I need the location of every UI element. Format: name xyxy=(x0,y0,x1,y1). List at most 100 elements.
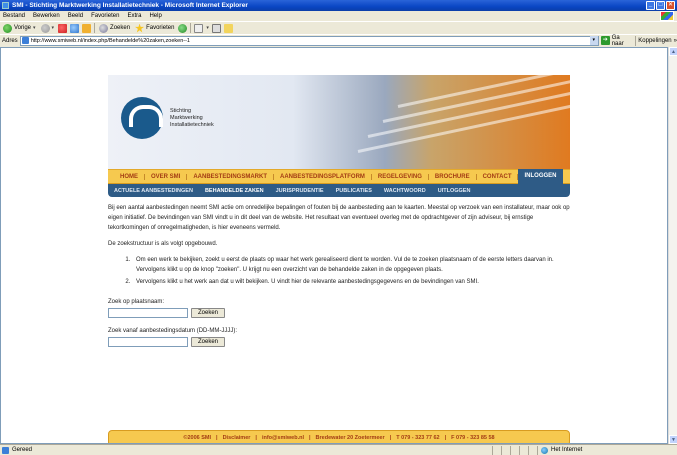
menu-bewerken[interactable]: Bewerken xyxy=(33,13,60,19)
security-zone: Het Internet xyxy=(537,445,677,455)
go-button[interactable]: ➔ Ga naar xyxy=(600,34,634,47)
search-date-label: Zoek vanaf aanbestedingsdatum (DD-MM-JJJ… xyxy=(108,328,238,334)
print-icon[interactable] xyxy=(211,23,221,33)
subnav-behandelde-zaken[interactable]: BEHANDELDE ZAKEN xyxy=(205,188,264,194)
back-label: Vorige xyxy=(14,25,32,31)
steps-list: Om een werk te bekijken, zoekt u eerst d… xyxy=(126,255,570,287)
subnav-jurisprudentie[interactable]: JURISPRUDENTIE xyxy=(276,188,324,194)
search-date-input[interactable] xyxy=(108,337,188,347)
media-icon[interactable] xyxy=(178,23,188,33)
nav-home[interactable]: HOME xyxy=(114,173,145,180)
vertical-scrollbar[interactable]: ▲ ▼ xyxy=(668,47,677,444)
structure-intro: De zoekstructuur is als volgt opgebouwd. xyxy=(108,241,218,247)
browser-toolbar: Vorige ▾ ▾ Zoeken Favorieten ▾ xyxy=(0,21,677,34)
links-button[interactable]: Koppelingen xyxy=(638,38,671,44)
back-dropdown-icon[interactable]: ▾ xyxy=(33,25,36,31)
forward-arrow-icon xyxy=(40,23,50,33)
minimize-button[interactable]: _ xyxy=(646,1,655,10)
nav-brochure[interactable]: BROCHURE xyxy=(429,173,477,180)
back-button[interactable]: Vorige ▾ xyxy=(2,23,37,34)
nav-over-smi[interactable]: OVER SMI xyxy=(145,173,188,180)
menu-favorieten[interactable]: Favorieten xyxy=(91,13,119,19)
forward-button[interactable]: ▾ xyxy=(40,23,56,34)
footer-disclaimer-link[interactable]: Disclaimer xyxy=(223,435,251,441)
status-bar: Gereed Het Internet xyxy=(0,444,677,455)
footer-email-link[interactable]: info@smiweb.nl xyxy=(262,435,304,441)
zone-label: Het Internet xyxy=(551,447,583,453)
status-page-icon xyxy=(2,446,9,454)
subnav-wachtwoord[interactable]: WACHTWOORD xyxy=(384,188,426,194)
nav-aanbestedingsmarkt[interactable]: AANBESTEDINGSMARKT xyxy=(187,173,275,180)
menu-help[interactable]: Help xyxy=(149,13,161,19)
back-arrow-icon xyxy=(3,23,12,33)
subnav-actuele-aanbestedingen[interactable]: ACTUELE AANBESTEDINGEN xyxy=(114,188,193,194)
search-place-button[interactable]: Zoeken xyxy=(191,308,226,318)
mail-dropdown-icon[interactable]: ▾ xyxy=(206,25,209,31)
subnav-publicaties[interactable]: PUBLICATIES xyxy=(336,188,372,194)
nav-inloggen[interactable]: INLOGGEN xyxy=(518,169,563,184)
forward-dropdown-icon[interactable]: ▾ xyxy=(52,25,55,31)
page-viewport: Stichting Marktwerking Installatietechni… xyxy=(0,47,668,444)
go-label: Ga naar xyxy=(611,34,624,47)
subnav-uitloggen[interactable]: UITLOGGEN xyxy=(438,188,471,194)
address-input[interactable]: http://www.smiweb.nl/index.php/Behandeld… xyxy=(19,35,599,46)
windows-logo-icon xyxy=(660,11,674,21)
footer-separator: | xyxy=(389,435,392,441)
address-label: Adres xyxy=(2,37,18,44)
favorites-button[interactable]: Favorieten xyxy=(134,23,175,34)
stop-icon[interactable] xyxy=(58,23,68,33)
logo-line: Installatietechniek xyxy=(170,122,214,128)
search-button[interactable]: Zoeken xyxy=(98,23,131,34)
logo-line: Stichting xyxy=(170,108,192,114)
scroll-down-icon[interactable]: ▼ xyxy=(669,435,677,444)
status-text: Gereed xyxy=(12,447,33,453)
links-separator xyxy=(635,35,637,46)
main-nav: HOME OVER SMI AANBESTEDINGSMARKT AANBEST… xyxy=(108,169,570,184)
status-pane xyxy=(501,445,510,455)
logo-text: Stichting Marktwerking Installatietechni… xyxy=(170,108,214,129)
mail-icon[interactable] xyxy=(194,23,204,33)
footer-separator: | xyxy=(444,435,447,441)
page-content: Bij een aantal aanbestedingen neemt SMI … xyxy=(108,203,570,355)
site-footer: ©2006 SMI | Disclaimer | info@smiweb.nl … xyxy=(108,430,570,443)
footer-phone: T 079 - 323 77 62 xyxy=(396,435,440,441)
status-pane xyxy=(519,445,528,455)
ie-app-icon xyxy=(2,2,9,9)
scroll-up-icon[interactable]: ▲ xyxy=(669,47,677,56)
search-place-input[interactable] xyxy=(108,308,188,318)
folder-icon[interactable] xyxy=(223,23,233,33)
nav-aanbestedingsplatform[interactable]: AANBESTEDINGSPLATFORM xyxy=(274,173,372,180)
search-label: Zoeken xyxy=(110,25,131,31)
search-date-form: Zoek vanaf aanbestedingsdatum (DD-MM-JJJ… xyxy=(108,326,570,347)
home-icon[interactable] xyxy=(82,23,92,33)
toolbar-separator xyxy=(190,23,192,33)
menu-bestand[interactable]: Bestand xyxy=(3,13,25,19)
address-url[interactable]: http://www.smiweb.nl/index.php/Behandeld… xyxy=(31,38,190,44)
list-item: Vervolgens klikt u het werk aan dat u wi… xyxy=(132,277,570,287)
status-pane xyxy=(492,445,501,455)
footer-fax: F 079 - 323 85 58 xyxy=(451,435,495,441)
list-item: Om een werk te bekijken, zoekt u eerst d… xyxy=(132,255,570,275)
menu-bar: Bestand Bewerken Beeld Favorieten Extra … xyxy=(0,11,677,21)
window-title: SMI - Stichting Marktwerking Installatie… xyxy=(12,2,248,9)
search-date-button[interactable]: Zoeken xyxy=(191,337,226,347)
favorites-label: Favorieten xyxy=(146,25,175,31)
links-chevron-icon[interactable]: » xyxy=(674,38,677,44)
nav-contact[interactable]: CONTACT xyxy=(477,173,519,180)
close-button[interactable]: ✕ xyxy=(666,1,675,10)
refresh-icon[interactable] xyxy=(70,23,80,33)
smi-website: Stichting Marktwerking Installatietechni… xyxy=(108,75,570,443)
window-title-bar: SMI - Stichting Marktwerking Installatie… xyxy=(0,0,677,11)
intro-paragraph: Bij een aantal aanbestedingen neemt SMI … xyxy=(108,205,570,231)
status-pane xyxy=(528,445,537,455)
search-place-label: Zoek op plaatsnaam: xyxy=(108,299,165,305)
address-dropdown-icon[interactable]: ▾ xyxy=(589,36,598,45)
maximize-button[interactable]: □ xyxy=(656,1,665,10)
page-icon xyxy=(21,37,29,44)
smi-logo-icon[interactable] xyxy=(121,97,163,139)
menu-extra[interactable]: Extra xyxy=(127,13,141,19)
footer-separator: | xyxy=(216,435,218,441)
toolbar-separator xyxy=(94,23,96,33)
nav-regelgeving[interactable]: REGELGEVING xyxy=(372,173,429,180)
menu-beeld[interactable]: Beeld xyxy=(68,13,83,19)
